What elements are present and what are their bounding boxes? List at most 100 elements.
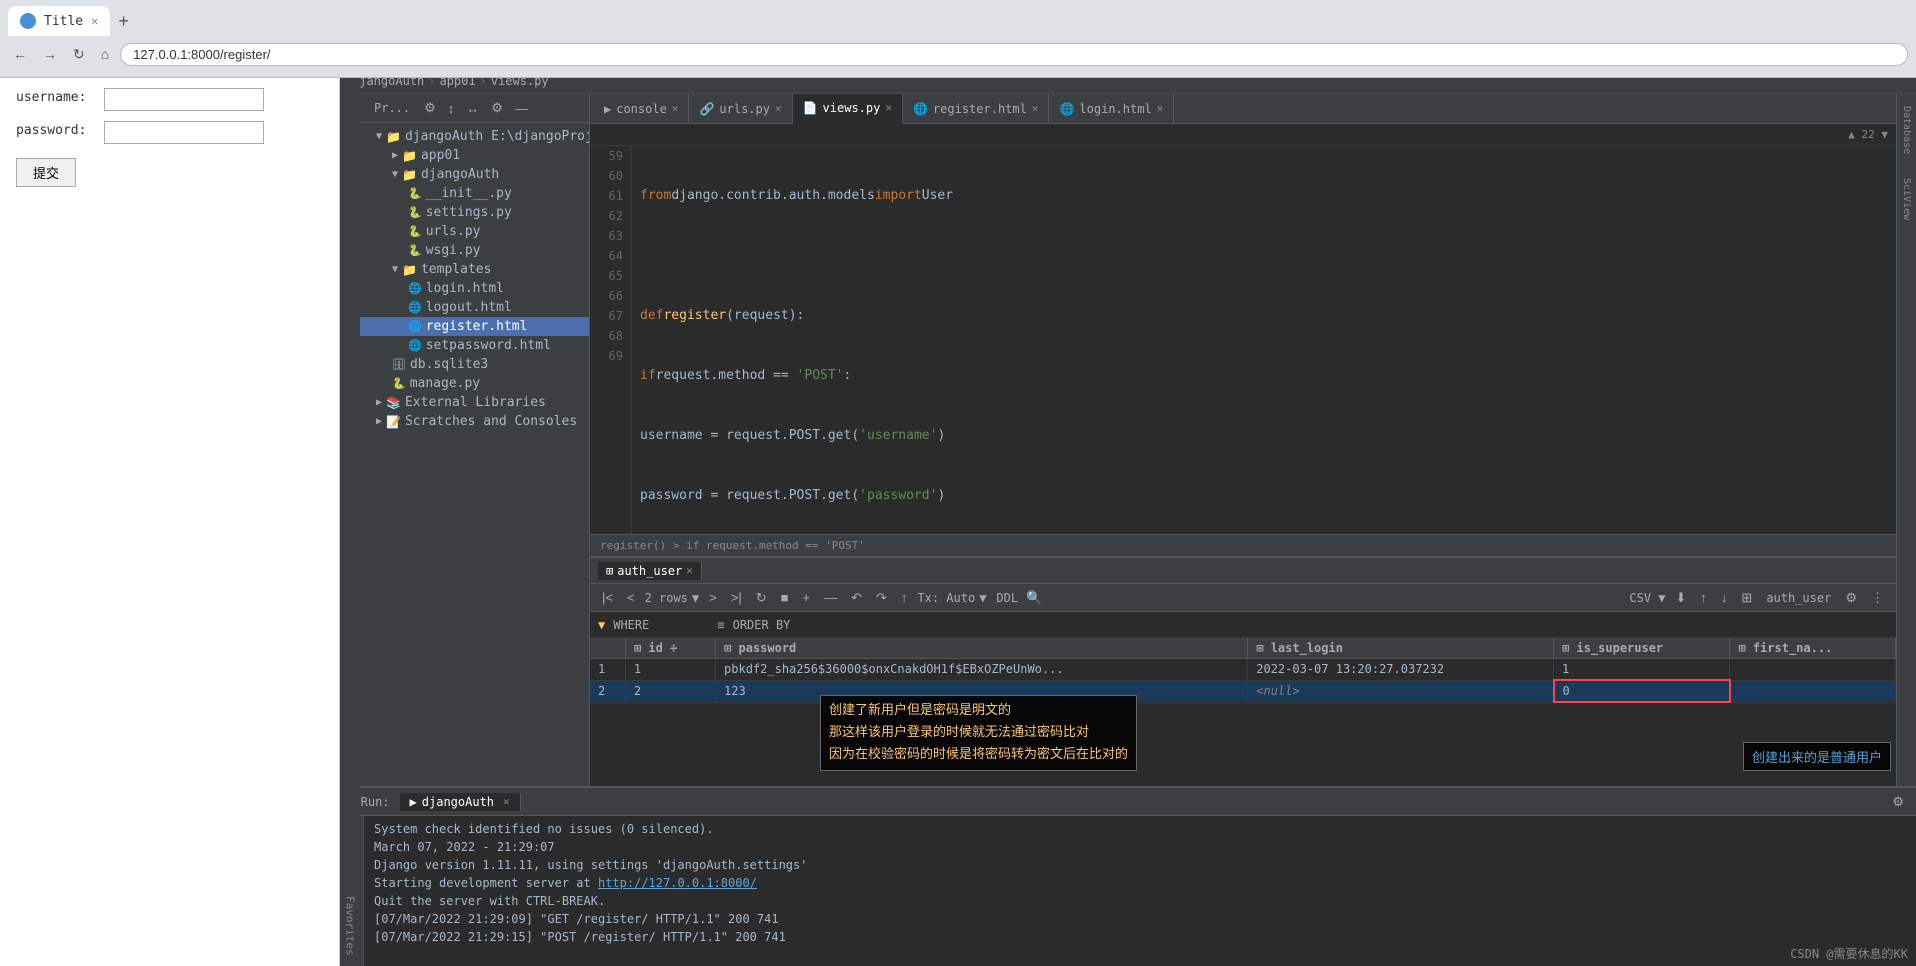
console-tab-close[interactable]: ✕ [503,795,510,808]
db-col-is-superuser[interactable]: ⊞ is_superuser [1554,638,1730,659]
db-tx-dropdown[interactable]: ▼ [979,591,986,605]
tree-item-templates[interactable]: ▼ 📁 templates [360,260,589,279]
db-sort-asc-btn[interactable]: ↑ [1696,589,1711,606]
nav-forward-button[interactable]: → [38,43,62,65]
tree-item-djangoauth[interactable]: ▼ 📁 djangoAuth [360,165,589,184]
db-orderby-label[interactable]: ORDER BY [733,618,791,632]
watermark: CSDN @需要休息的KK [1790,945,1908,962]
console-link[interactable]: http://127.0.0.1:8000/ [598,876,757,890]
tree-item-external-libs[interactable]: ▶ 📚 External Libraries [360,393,589,412]
tree-item-urls[interactable]: 🐍 urls.py [360,222,589,241]
tab-login-close[interactable]: ✕ [1157,102,1164,115]
tree-item-wsgi[interactable]: 🐍 wsgi.py [360,241,589,260]
submit-button[interactable]: 提交 [16,158,76,187]
db-first-btn[interactable]: |< [598,589,617,606]
tree-item-db-sqlite3[interactable]: 🗄 db.sqlite3 [360,355,589,374]
db-cell-is-superuser-1[interactable]: 1 [1554,659,1730,681]
db-cell-last-login-2[interactable]: <null> [1248,680,1554,702]
tree-item-scratches[interactable]: ▶ 📝 Scratches and Consoles [360,412,589,431]
db-tab-close[interactable]: ✕ [686,564,693,577]
project-toolbar-hide[interactable]: — [511,99,532,118]
py-file-icon: 🐍 [408,187,422,200]
db-up-btn[interactable]: ↑ [897,589,912,606]
console-area: ▶ Run: ▶ djangoAuth ✕ ⚙ ▶ ↑ ↓ ■ ⊞ ✎ 🖨 🗑 [340,786,1916,966]
db-col-password[interactable]: ⊞ password [716,638,1248,659]
project-toolbar-settings2[interactable]: ⚙ [487,98,507,118]
password-input[interactable] [104,121,264,144]
tree-item-settings[interactable]: 🐍 settings.py [360,203,589,222]
db-stop-btn[interactable]: ■ [777,589,793,606]
db-filter-bar: ▼ WHERE ≡ ORDER BY [590,612,1896,638]
nav-refresh-button[interactable]: ↻ [68,43,90,66]
db-cell-last-login-1[interactable]: 2022-03-07 13:20:27.037232 [1248,659,1554,681]
new-tab-button[interactable]: + [118,11,129,32]
db-settings-btn[interactable]: ⚙ [1841,589,1861,607]
db-col-id[interactable]: ⊞ id ÷ [625,638,715,659]
db-download-btn[interactable]: ⬇ [1672,589,1691,607]
tab-login-html[interactable]: 🌐 login.html ✕ [1049,94,1174,124]
project-toolbar-expand[interactable]: ↔ [462,99,483,118]
db-rows-dropdown[interactable]: ▼ [692,591,699,605]
console-tab-djangoauth[interactable]: ▶ djangoAuth ✕ [400,793,521,811]
tab-console[interactable]: ▶ console ✕ [594,94,689,124]
db-table-area[interactable]: ⊞ id ÷ ⊞ password ⊞ last_login ⊞ is_supe… [590,638,1896,786]
project-toolbar-gear[interactable]: ⚙ [420,98,440,118]
db-cell-is-superuser-2[interactable]: 0 [1554,680,1730,702]
db-prev-btn[interactable]: < [623,589,639,606]
db-cell-password-1[interactable]: pbkdf2_sha256$36000$onxCnakdOH1f$EBxOZPe… [716,659,1248,681]
db-row-1[interactable]: 1 1 pbkdf2_sha256$36000$onxCnakdOH1f$EBx… [590,659,1896,681]
tree-item-logout-html[interactable]: 🌐 logout.html [360,298,589,317]
browser-tab[interactable]: Title ✕ [8,6,110,36]
db-col-last-login[interactable]: ⊞ last_login [1248,638,1554,659]
tab-views-py[interactable]: 📄 views.py ✕ [793,94,903,124]
tree-item-app01[interactable]: ▶ 📁 app01 [360,146,589,165]
code-content[interactable]: from django.contrib.auth.models import U… [632,146,1896,534]
tree-item-setpassword-html[interactable]: 🌐 setpassword.html [360,336,589,355]
database-sidebar-icon[interactable]: Database [1899,98,1914,162]
db-last-btn[interactable]: >| [727,589,746,606]
project-toolbar-sort[interactable]: ↕ [444,99,459,118]
tab-register-close[interactable]: ✕ [1032,102,1039,115]
db-more-btn[interactable]: ⋮ [1867,589,1888,607]
tree-item-manage-py[interactable]: 🐍 manage.py [360,374,589,393]
db-sort-desc-btn[interactable]: ↓ [1717,589,1732,606]
db-remove-btn[interactable]: — [820,589,841,606]
tree-item-login-html[interactable]: 🌐 login.html [360,279,589,298]
project-tab-label[interactable]: Pr... [368,99,416,117]
db-cell-password-2[interactable]: 123 [716,680,1248,702]
db-redo-btn[interactable]: ↷ [872,589,891,607]
tree-item-init[interactable]: 🐍 __init__.py [360,184,589,203]
db-search-btn[interactable]: 🔍 [1022,589,1046,607]
console-settings-btn[interactable]: ⚙ [1888,792,1908,812]
tab-close-icon[interactable]: ✕ [91,14,98,28]
tab-urls-py[interactable]: 🔗 urls.py ✕ [689,94,792,124]
tab-views-close[interactable]: ✕ [885,101,892,114]
db-cell-id-1[interactable]: 1 [625,659,715,681]
db-row-2[interactable]: 2 2 123 <null> 0 [590,680,1896,702]
tab-urls-close[interactable]: ✕ [775,102,782,115]
db-cell-first-name-2[interactable] [1730,680,1896,702]
tab-register-html[interactable]: 🌐 register.html ✕ [903,94,1050,124]
tab-console-close[interactable]: ✕ [672,102,679,115]
db-col-first-name[interactable]: ⊞ first_na... [1730,638,1896,659]
db-ddl-label[interactable]: DDL [996,591,1018,605]
db-where-label[interactable]: WHERE [613,618,649,632]
db-next-btn[interactable]: > [705,589,721,606]
console-line-5: Quit the server with CTRL-BREAK. [374,892,1906,910]
db-reload-btn[interactable]: ↻ [752,589,771,607]
db-grid-btn[interactable]: ⊞ [1737,589,1756,607]
tree-item-root[interactable]: ▼ 📁 djangoAuth E:\djangoProje [360,127,589,146]
tree-item-register-html[interactable]: 🌐 register.html [360,317,589,336]
db-tab-auth-user[interactable]: ⊞ auth_user ✕ [598,562,702,580]
nav-back-button[interactable]: ← [8,43,32,65]
username-input[interactable] [104,88,264,111]
nav-home-button[interactable]: ⌂ [96,43,114,65]
sciview-sidebar-icon[interactable]: SciView [1899,170,1914,228]
code-editor[interactable]: 59 60 61 62 63 64 65 66 67 68 69 from dj… [590,146,1896,534]
db-cell-id-2[interactable]: 2 [625,680,715,702]
db-cell-first-name-1[interactable] [1730,659,1896,681]
address-bar[interactable] [120,43,1908,66]
db-add-btn[interactable]: + [798,589,814,606]
db-csv-label[interactable]: CSV ▼ [1629,591,1665,605]
db-undo-btn[interactable]: ↶ [847,589,866,607]
